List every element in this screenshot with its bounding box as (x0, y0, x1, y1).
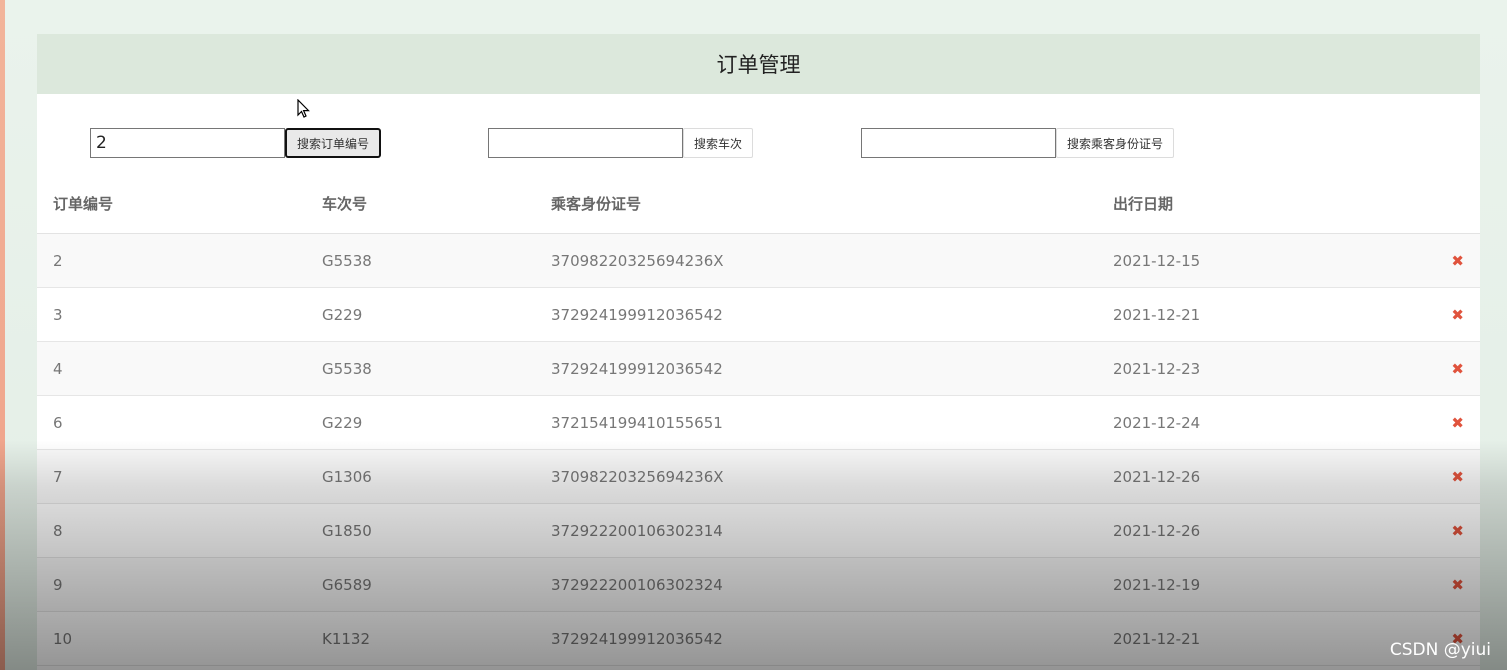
search-train-input[interactable] (488, 128, 683, 158)
order-panel: 订单管理 搜索订单编号 搜索车次 搜索乘客身份证号 订单编号 车次号 乘客身份证… (37, 34, 1480, 670)
cell-passenger-id: 372924199912036542 (535, 287, 1097, 342)
search-train-group: 搜索车次 (488, 128, 754, 158)
cell-passenger-id: 372154199410155651 (535, 395, 1097, 450)
cell-date: 2021-12-21 (1097, 287, 1433, 342)
cell-order-id: 4 (37, 341, 306, 396)
cell-train: G1850 (306, 503, 535, 558)
table-row: 4 G5538 372924199912036542 2021-12-23 ✖ (37, 341, 1480, 396)
cell-passenger-id: 372924199912036542 (535, 611, 1097, 666)
cell-train: G229 (306, 395, 535, 450)
col-date: 出行日期 (1097, 174, 1433, 234)
cell-train: G5538 (306, 233, 535, 288)
col-actions (1433, 174, 1480, 234)
search-order-group: 搜索订单编号 (90, 128, 382, 158)
search-bar: 搜索订单编号 搜索车次 搜索乘客身份证号 (37, 94, 1480, 174)
cell-order-id: 10 (37, 611, 306, 666)
cell-passenger-id: 37098220325694236X (535, 233, 1097, 288)
search-order-input[interactable] (90, 128, 285, 158)
col-order-id: 订单编号 (37, 174, 306, 234)
delete-icon[interactable]: ✖ (1451, 576, 1464, 594)
cell-passenger-id: 37098220325694236X (535, 449, 1097, 504)
delete-icon[interactable]: ✖ (1451, 252, 1464, 270)
delete-icon[interactable]: ✖ (1451, 414, 1464, 432)
watermark: CSDN @yiui (1389, 640, 1491, 660)
table-row: 9 G6589 372922200106302324 2021-12-19 ✖ (37, 557, 1480, 612)
table-row: 8 G1850 372922200106302314 2021-12-26 ✖ (37, 503, 1480, 558)
table-row: 10 K1132 372924199912036542 2021-12-21 ✖ (37, 611, 1480, 666)
search-passenger-input[interactable] (861, 128, 1056, 158)
cell-date: 2021-12-24 (1097, 395, 1433, 450)
table-row: 7 G1306 37098220325694236X 2021-12-26 ✖ (37, 449, 1480, 504)
cell-order-id: 2 (37, 233, 306, 288)
search-passenger-button[interactable]: 搜索乘客身份证号 (1056, 128, 1175, 158)
search-train-button[interactable]: 搜索车次 (683, 128, 754, 158)
cell-date: 2021-12-26 (1097, 503, 1433, 558)
cell-order-id: 6 (37, 395, 306, 450)
cell-date: 2021-12-21 (1097, 611, 1433, 666)
cell-train: G6589 (306, 557, 535, 612)
cell-order-id: 7 (37, 449, 306, 504)
cell-date: 2021-12-15 (1097, 233, 1433, 288)
table-row: 3 G229 372924199912036542 2021-12-21 ✖ (37, 287, 1480, 342)
mouse-cursor-icon (297, 99, 310, 118)
delete-icon[interactable]: ✖ (1451, 468, 1464, 486)
page-title: 订单管理 (37, 34, 1480, 94)
cell-order-id: 3 (37, 287, 306, 342)
cell-order-id: 8 (37, 503, 306, 558)
col-passenger-id: 乘客身份证号 (535, 174, 1097, 234)
cell-passenger-id: 372922200106302314 (535, 503, 1097, 558)
delete-icon[interactable]: ✖ (1451, 360, 1464, 378)
delete-icon[interactable]: ✖ (1451, 522, 1464, 540)
cell-order-id: 9 (37, 557, 306, 612)
table-row: 6 G229 372154199410155651 2021-12-24 ✖ (37, 395, 1480, 450)
delete-icon[interactable]: ✖ (1451, 306, 1464, 324)
search-order-button[interactable]: 搜索订单编号 (285, 128, 382, 158)
table-row: 2 G5538 37098220325694236X 2021-12-15 ✖ (37, 233, 1480, 288)
orders-table: 订单编号 车次号 乘客身份证号 出行日期 2 G5538 37098220325… (37, 174, 1480, 666)
left-edge-accent (0, 0, 5, 670)
search-passenger-group: 搜索乘客身份证号 (861, 128, 1175, 158)
cell-train: G5538 (306, 341, 535, 396)
col-train: 车次号 (306, 174, 535, 234)
cell-train: G1306 (306, 449, 535, 504)
cell-date: 2021-12-23 (1097, 341, 1433, 396)
cell-date: 2021-12-26 (1097, 449, 1433, 504)
cell-passenger-id: 372924199912036542 (535, 341, 1097, 396)
cell-passenger-id: 372922200106302324 (535, 557, 1097, 612)
cell-train: K1132 (306, 611, 535, 666)
cell-date: 2021-12-19 (1097, 557, 1433, 612)
cell-train: G229 (306, 287, 535, 342)
table-header-row: 订单编号 车次号 乘客身份证号 出行日期 (37, 174, 1480, 234)
